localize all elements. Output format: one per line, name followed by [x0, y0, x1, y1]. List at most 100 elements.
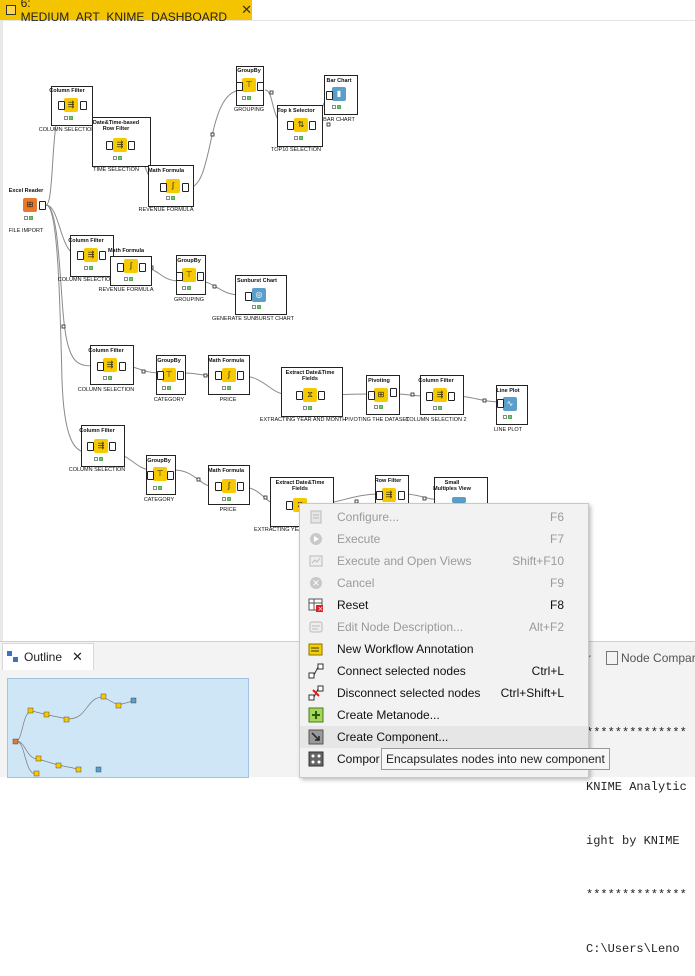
- node-caption: GROUPING: [234, 107, 264, 113]
- node-label: Math Formula: [147, 168, 185, 174]
- input-port[interactable]: [326, 91, 333, 100]
- output-port[interactable]: [109, 442, 116, 451]
- node-caption: LINE PLOT: [493, 427, 523, 433]
- menu-item-edit-node-description[interactable]: Edit Node Description... Alt+F2: [300, 616, 588, 638]
- input-port[interactable]: [176, 272, 183, 281]
- input-port[interactable]: [58, 101, 65, 110]
- menu-item-configure[interactable]: Configure... F6: [300, 506, 588, 528]
- input-port[interactable]: [160, 183, 167, 192]
- node-label: GroupBy: [147, 458, 171, 464]
- output-port[interactable]: [167, 471, 174, 480]
- node-label: Column Filter: [88, 348, 124, 354]
- node-status: [113, 156, 127, 160]
- input-port[interactable]: [286, 501, 293, 510]
- annotation-icon: [308, 641, 324, 657]
- output-port[interactable]: [39, 201, 46, 210]
- menu-item-execute[interactable]: Execute F7: [300, 528, 588, 550]
- output-port[interactable]: [177, 371, 184, 380]
- console-line: KNIME Analytic: [586, 780, 687, 794]
- node-caption: GROUPING: [174, 297, 204, 303]
- column-filter-icon: ⇶: [94, 439, 108, 453]
- output-port[interactable]: [99, 251, 106, 260]
- sunburst-chart-icon: ◎: [252, 288, 266, 302]
- menu-item-connect-selected-nodes[interactable]: Connect selected nodes Ctrl+L: [300, 660, 588, 682]
- node-status: [374, 405, 388, 409]
- outline-icon: [7, 651, 19, 663]
- input-port[interactable]: [147, 471, 154, 480]
- groupby-icon: ⊤: [162, 368, 176, 382]
- node-label: GroupBy: [157, 358, 181, 364]
- node-label: Pivoting: [368, 378, 390, 384]
- node-caption: GENERATE SUNBURST CHART: [212, 316, 294, 322]
- menu-item-disconnect-selected-nodes[interactable]: Disconnect selected nodes Ctrl+Shift+L: [300, 682, 588, 704]
- menu-item-reset[interactable]: × Reset F8: [300, 594, 588, 616]
- input-port[interactable]: [215, 482, 222, 491]
- menu-item-create-component[interactable]: Create Component...: [300, 726, 588, 748]
- connect-icon: [308, 663, 324, 679]
- node-status: [252, 305, 266, 309]
- input-port[interactable]: [157, 371, 164, 380]
- disconnect-icon: [308, 685, 324, 701]
- input-port[interactable]: [236, 82, 243, 91]
- node-label: Column Filter: [68, 238, 104, 244]
- tab-node-compare[interactable]: Node Compar: [621, 651, 695, 665]
- input-port[interactable]: [87, 442, 94, 451]
- output-port[interactable]: [182, 183, 189, 192]
- row-filter-icon: ⇶: [113, 138, 127, 152]
- input-port[interactable]: [426, 392, 433, 401]
- node-caption: COLUMN SELECTION: [38, 127, 96, 133]
- menu-item-create-metanode[interactable]: Create Metanode...: [300, 704, 588, 726]
- node-status: [222, 497, 236, 501]
- input-port[interactable]: [497, 399, 504, 408]
- input-port[interactable]: [245, 292, 252, 301]
- node-status: [332, 105, 346, 109]
- output-port[interactable]: [390, 388, 397, 397]
- outline-minimap[interactable]: [7, 678, 249, 778]
- node-caption: PRICE: [219, 507, 237, 513]
- groupby-icon: ⊤: [182, 268, 196, 282]
- node-caption: TOP10 SELECTION: [270, 147, 322, 153]
- node-status: [153, 486, 167, 490]
- output-port[interactable]: [119, 362, 126, 371]
- node-status: [433, 406, 447, 410]
- menu-item-execute-open-views[interactable]: Execute and Open Views Shift+F10: [300, 550, 588, 572]
- output-port[interactable]: [448, 392, 455, 401]
- close-outline-icon[interactable]: ✕: [72, 649, 83, 665]
- metanode-icon: [308, 707, 324, 723]
- node-status: [84, 266, 98, 270]
- input-port[interactable]: [368, 391, 375, 400]
- outline-minimap-graphic: [12, 693, 137, 777]
- input-port[interactable]: [97, 362, 104, 371]
- input-port[interactable]: [215, 371, 222, 380]
- output-port[interactable]: [197, 272, 204, 281]
- math-formula-icon: ∫: [222, 479, 236, 493]
- input-port[interactable]: [117, 263, 124, 272]
- node-status: [24, 216, 38, 220]
- input-port[interactable]: [296, 391, 303, 400]
- output-port[interactable]: [257, 82, 264, 91]
- tooltip: Encapsulates nodes into new component: [381, 748, 610, 770]
- node-label: Top k Selector: [277, 108, 315, 114]
- column-filter-icon: ⇶: [433, 388, 447, 402]
- output-port[interactable]: [398, 491, 405, 500]
- node-status: [162, 386, 176, 390]
- column-filter-icon: ⇶: [103, 358, 117, 372]
- output-port[interactable]: [80, 101, 87, 110]
- input-port[interactable]: [287, 121, 294, 130]
- output-port[interactable]: [237, 482, 244, 491]
- math-formula-icon: ∫: [124, 259, 138, 273]
- output-port[interactable]: [237, 371, 244, 380]
- output-port[interactable]: [318, 391, 325, 400]
- menu-item-new-workflow-annotation[interactable]: New Workflow Annotation: [300, 638, 588, 660]
- output-port[interactable]: [128, 141, 135, 150]
- node-label: Small Multiples View: [433, 480, 471, 492]
- node-caption: COLUMN SELECTION 2: [405, 417, 467, 423]
- input-port[interactable]: [77, 251, 84, 260]
- input-port[interactable]: [106, 141, 113, 150]
- outline-tab[interactable]: Outline ✕: [2, 643, 94, 670]
- output-port[interactable]: [309, 121, 316, 130]
- node-status: [166, 196, 180, 200]
- output-port[interactable]: [139, 263, 146, 272]
- input-port[interactable]: [376, 491, 383, 500]
- menu-item-cancel[interactable]: ✕ Cancel F9: [300, 572, 588, 594]
